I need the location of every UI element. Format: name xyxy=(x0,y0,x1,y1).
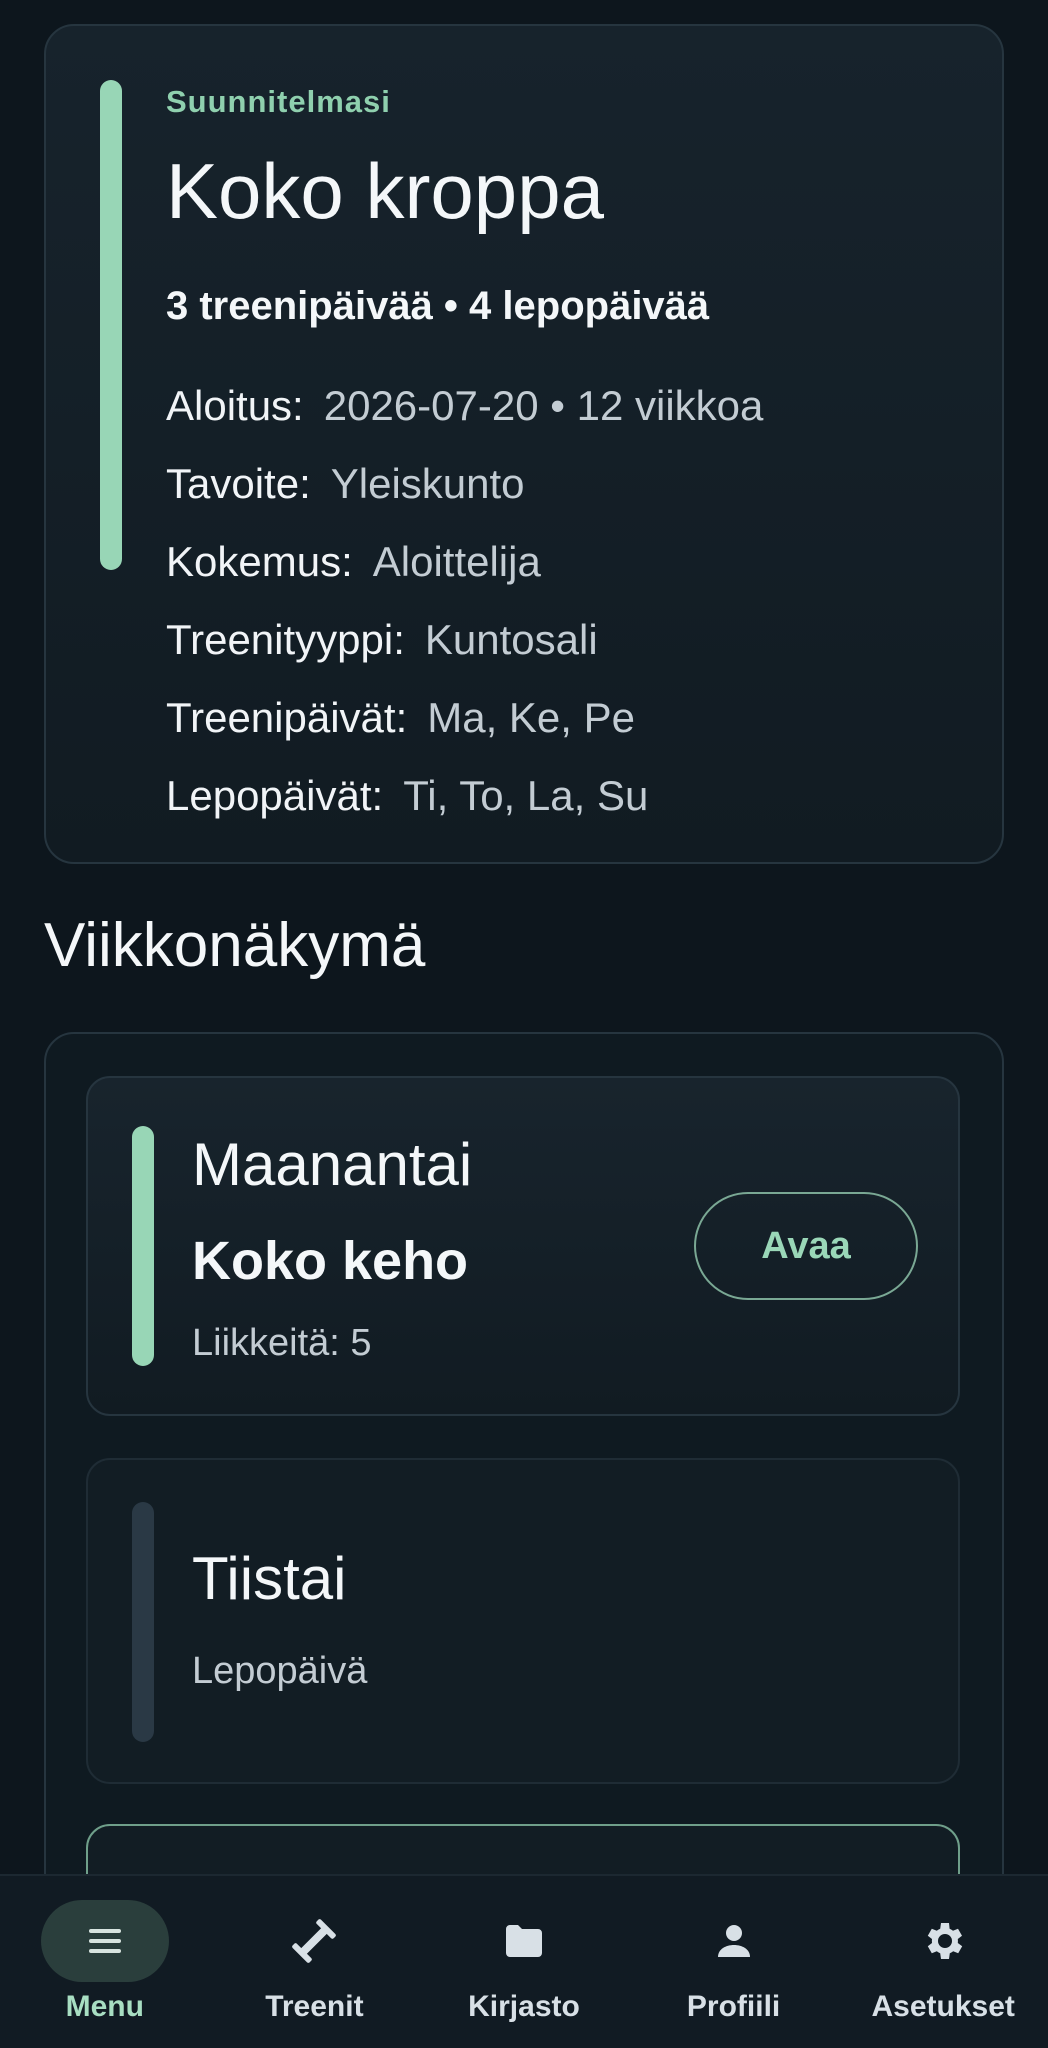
week-view-title: Viikkonäkymä xyxy=(44,911,426,980)
day-accent-bar xyxy=(132,1502,154,1742)
day-accent-bar xyxy=(132,1126,154,1366)
plan-kicker: Suunnitelmasi xyxy=(166,84,391,119)
nav-icon-wrap xyxy=(250,1900,378,1982)
detail-row-experience: Kokemus: Aloittelija xyxy=(166,538,541,586)
nav-item-workouts[interactable]: Treenit xyxy=(210,1876,420,2048)
nav-item-settings[interactable]: Asetukset xyxy=(838,1876,1048,2048)
plan-title: Koko kroppa xyxy=(166,147,604,235)
detail-value: Aloittelija xyxy=(372,538,541,585)
nav-label: Asetukset xyxy=(871,1990,1015,2023)
day-workout-name: Koko keho xyxy=(192,1231,469,1291)
detail-label: Treenityyppi: xyxy=(166,616,405,663)
nav-label: Treenit xyxy=(265,1990,364,2023)
nav-icon-wrap xyxy=(460,1900,588,1982)
dumbbell-icon xyxy=(292,1919,337,1963)
folder-icon xyxy=(505,1925,542,1957)
nav-item-library[interactable]: Kirjasto xyxy=(419,1876,629,2048)
bottom-navigation: Menu Treenit Kirjasto Profiili Asetukset xyxy=(0,1874,1048,2048)
plan-card: Suunnitelmasi Koko kroppa 3 treenipäivää… xyxy=(44,24,1004,864)
detail-value: Ma, Ke, Pe xyxy=(427,694,635,741)
day-card-monday[interactable]: Maanantai Koko keho Liikkeitä: 5 Avaa xyxy=(86,1076,960,1416)
nav-label: Kirjasto xyxy=(468,1990,580,2023)
detail-row-goal: Tavoite: Yleiskunto xyxy=(166,460,525,508)
detail-row-start: Aloitus: 2026-07-20 • 12 viikkoa xyxy=(166,382,763,430)
detail-row-rest-days: Lepopäivät: Ti, To, La, Su xyxy=(166,772,648,820)
menu-icon xyxy=(88,1929,121,1953)
day-exercise-count: Liikkeitä: 5 xyxy=(192,1322,372,1364)
detail-row-training-days: Treenipäivät: Ma, Ke, Pe xyxy=(166,694,635,742)
plan-accent-bar xyxy=(100,80,122,570)
plan-summary: 3 treenipäivää • 4 lepopäivää xyxy=(166,284,710,328)
day-rest-label: Lepopäivä xyxy=(192,1650,368,1692)
gear-icon xyxy=(927,1923,963,1959)
detail-label: Tavoite: xyxy=(166,460,311,507)
detail-label: Kokemus: xyxy=(166,538,353,585)
nav-item-menu[interactable]: Menu xyxy=(0,1876,210,2048)
app-screen: Suunnitelmasi Koko kroppa 3 treenipäivää… xyxy=(0,0,1048,2048)
nav-icon-wrap xyxy=(879,1900,1007,1982)
open-day-button[interactable]: Avaa xyxy=(694,1192,918,1300)
detail-label: Lepopäivät: xyxy=(166,772,384,819)
detail-value: 2026-07-20 • 12 viikkoa xyxy=(323,382,764,429)
person-icon xyxy=(717,1925,750,1957)
detail-row-workout-type: Treenityyppi: Kuntosali xyxy=(166,616,598,664)
nav-icon-wrap xyxy=(670,1900,798,1982)
detail-value: Yleiskunto xyxy=(330,460,525,507)
detail-label: Aloitus: xyxy=(166,382,304,429)
detail-value: Kuntosali xyxy=(424,616,598,663)
detail-value: Ti, To, La, Su xyxy=(403,772,649,819)
day-name: Tiistai xyxy=(192,1545,347,1612)
detail-label: Treenipäivät: xyxy=(166,694,408,741)
nav-item-profile[interactable]: Profiili xyxy=(629,1876,839,2048)
nav-label: Profiili xyxy=(686,1990,781,2023)
day-card-tuesday[interactable]: Tiistai Lepopäivä xyxy=(86,1458,960,1784)
nav-active-pill xyxy=(40,1900,169,1982)
day-name: Maanantai xyxy=(192,1131,473,1198)
nav-label: Menu xyxy=(65,1990,144,2023)
